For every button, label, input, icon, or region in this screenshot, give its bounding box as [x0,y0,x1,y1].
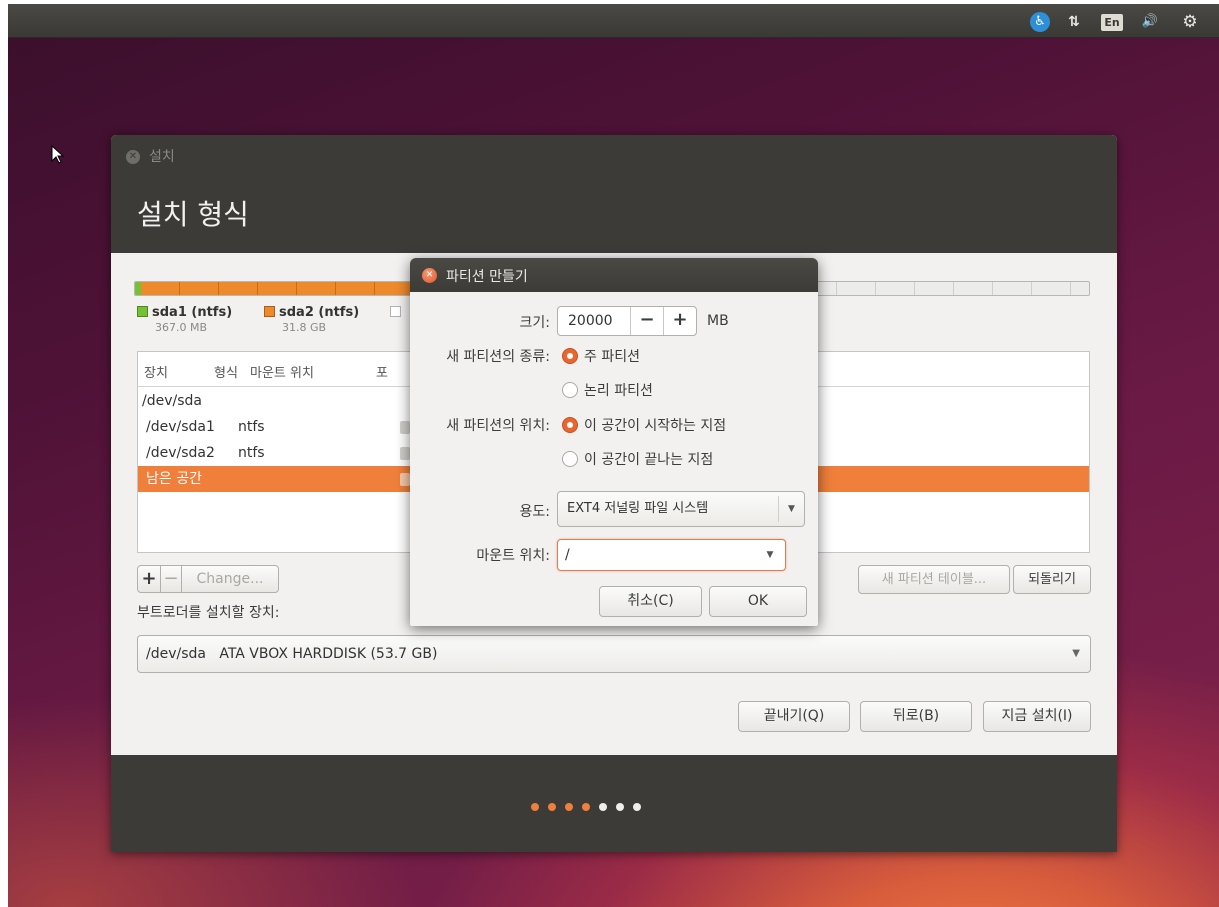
radio-unchecked-icon [562,451,578,467]
page-title: 설치 형식 [137,198,249,231]
column-header-format[interactable]: 포 [376,362,388,381]
format-checkbox[interactable] [400,447,410,460]
partition-bar-sda2 [141,282,413,295]
close-icon[interactable]: ✕ [422,268,437,283]
add-partition-button[interactable]: + [137,565,161,593]
radio-checked-icon [562,348,578,364]
format-checkbox[interactable] [400,473,410,486]
legend-swatch [390,306,401,317]
install-now-button[interactable]: 지금 설치(I) [983,701,1091,732]
progress-dot [599,803,607,811]
network-icon[interactable]: ⇅ [1064,12,1084,32]
partition-type-label: 새 파티션의 종류: [446,349,550,365]
chevron-down-icon: ▼ [1072,648,1080,659]
location-start-radio[interactable]: 이 공간이 시작하는 지점 [562,415,726,435]
legend-size: 31.8 GB [282,321,327,334]
mount-point-combobox[interactable]: / ▼ [557,539,786,571]
progress-dot [616,803,624,811]
radio-label: 논리 파티션 [584,383,653,399]
row-type: ntfs [238,445,265,461]
column-header-device[interactable]: 장치 [144,362,168,381]
row-device: /dev/sda [142,393,202,409]
progress-dot [582,803,590,811]
location-end-radio[interactable]: 이 공간이 끝나는 지점 [562,449,713,469]
new-partition-table-button[interactable]: 새 파티션 테이블... [858,565,1010,594]
use-as-label: 용도: [519,504,550,520]
legend-item-sda2: sda2 (ntfs) 31.8 GB [264,305,359,334]
chevron-down-icon[interactable]: ▼ [755,542,785,568]
close-icon[interactable]: ✕ [126,150,140,164]
format-checkbox[interactable] [400,421,410,434]
bootloader-label: 부트로더를 설치할 장치: [137,605,280,621]
mount-point-label: 마운트 위치: [476,548,550,564]
dialog-title: 파티션 만들기 [446,269,528,285]
radio-unchecked-icon [562,382,578,398]
radio-label: 주 파티션 [584,349,640,365]
desktop-background: ♿ ⇅ En 🔊 ⚙ ✕ 설치 설치 형식 sda1 (ntfs) 367.0 … [8,4,1219,907]
radio-label: 이 공간이 시작하는 지점 [584,418,727,434]
legend-name: sda2 (ntfs) [279,305,360,320]
legend-item-sda1: sda1 (ntfs) 367.0 MB [137,305,232,334]
use-as-value: EXT4 저널링 파일 시스템 [567,501,709,516]
installer-header: ✕ 설치 설치 형식 [111,135,1117,253]
legend-size: 367.0 MB [155,321,208,334]
row-device: /dev/sda2 [146,445,215,461]
ok-button[interactable]: OK [709,586,807,617]
legend-name: sda1 (ntfs) [152,305,233,320]
volume-icon[interactable]: 🔊 [1137,12,1163,32]
decrement-button[interactable]: − [630,307,663,335]
change-partition-button[interactable]: Change... [181,565,279,593]
logical-partition-radio[interactable]: 논리 파티션 [562,380,653,400]
column-header-type[interactable]: 형식 [214,362,238,381]
legend-swatch [264,306,275,317]
revert-button[interactable]: 되돌리기 [1013,565,1091,594]
row-device: 남은 공간 [146,471,202,487]
bootloader-device-select[interactable]: /dev/sda ATA VBOX HARDDISK (53.7 GB) ▼ [137,635,1091,673]
use-as-select[interactable]: EXT4 저널링 파일 시스템 ▼ [557,491,805,527]
bootloader-device-value: /dev/sda ATA VBOX HARDDISK (53.7 GB) [146,646,438,662]
legend-item-free-space [390,305,405,320]
back-button[interactable]: 뒤로(B) [860,701,972,732]
quit-button[interactable]: 끝내기(Q) [738,701,850,732]
progress-dot [565,803,573,811]
radio-checked-icon [562,417,578,433]
create-partition-dialog: ✕ 파티션 만들기 크기: 20000 − + MB 새 파티션의 종류: 주 … [410,258,818,626]
column-header-mount[interactable]: 마운트 위치 [250,362,314,381]
progress-dot [548,803,556,811]
cancel-button[interactable]: 취소(C) [599,586,702,617]
keyboard-layout-indicator[interactable]: En [1101,14,1123,31]
legend-swatch [137,306,148,317]
increment-button[interactable]: + [663,307,696,335]
accessibility-icon[interactable]: ♿ [1030,12,1050,32]
progress-indicator [531,799,650,815]
installer-footer [111,755,1117,852]
size-input[interactable]: 20000 [568,307,613,335]
gear-icon[interactable]: ⚙ [1178,12,1202,32]
dialog-titlebar: ✕ 파티션 만들기 [410,258,818,292]
remove-partition-button[interactable]: − [160,565,182,593]
size-spinner[interactable]: 20000 − + [557,306,697,336]
chevron-down-icon: ▼ [778,496,804,522]
size-label: 크기: [519,315,550,331]
radio-label: 이 공간이 끝나는 지점 [584,452,714,468]
window-title: 설치 [149,149,175,165]
partition-location-label: 새 파티션의 위치: [446,418,550,434]
progress-dot [633,803,641,811]
top-panel: ♿ ⇅ En 🔊 ⚙ [8,4,1219,38]
progress-dot [531,803,539,811]
size-unit-label: MB [707,313,729,329]
mount-point-input[interactable]: / [565,547,570,563]
primary-partition-radio[interactable]: 주 파티션 [562,346,640,366]
row-type: ntfs [238,419,265,435]
row-device: /dev/sda1 [146,419,215,435]
